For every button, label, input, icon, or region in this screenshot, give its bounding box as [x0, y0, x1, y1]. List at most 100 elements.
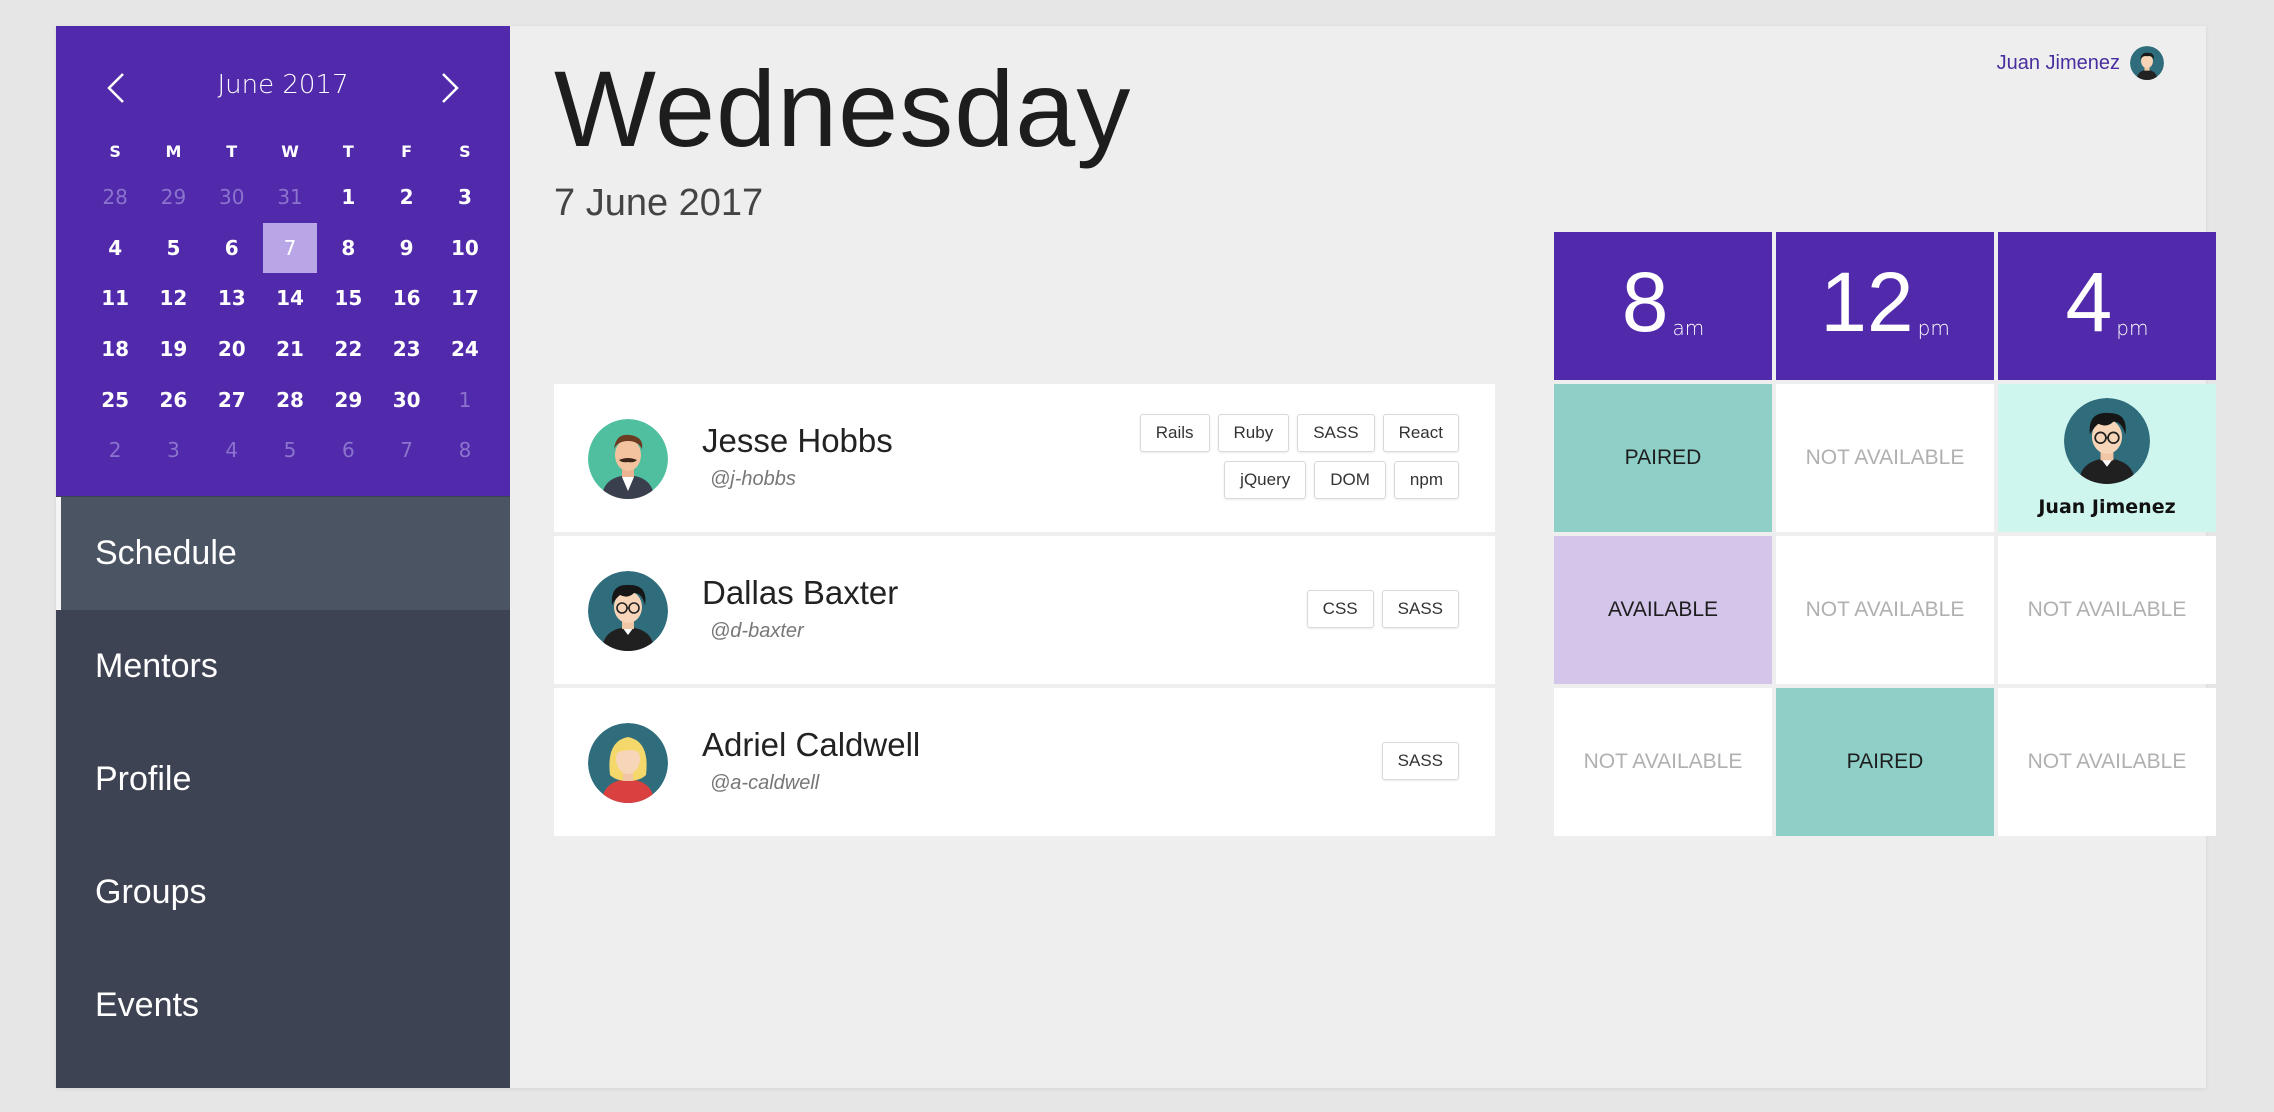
- calendar-day[interactable]: 2: [377, 172, 435, 223]
- calendar-day[interactable]: 27: [203, 374, 261, 425]
- calendar-day[interactable]: 18: [86, 324, 144, 375]
- skill-tag: CSS: [1306, 590, 1374, 628]
- calendar-day[interactable]: 3: [144, 425, 202, 476]
- chevron-right-icon[interactable]: [428, 66, 472, 110]
- slot-cell-not-available: NOT AVAILABLE: [1776, 536, 1994, 684]
- calendar-day[interactable]: 28: [86, 172, 144, 223]
- calendar-day[interactable]: 12: [144, 273, 202, 324]
- calendar-day[interactable]: 5: [144, 223, 202, 274]
- avatar: [2064, 398, 2150, 484]
- calendar-day[interactable]: 24: [436, 324, 494, 375]
- selected-day-label: 7: [263, 222, 318, 273]
- slot-cell-available[interactable]: AVAILABLE: [1554, 536, 1772, 684]
- calendar-day[interactable]: 23: [377, 324, 435, 375]
- time-slot-header: 4 pm: [1998, 232, 2216, 380]
- calendar-day[interactable]: 30: [203, 172, 261, 223]
- skill-tags: CSS SASS: [1119, 590, 1459, 628]
- calendar-day[interactable]: 3: [436, 172, 494, 223]
- skill-tag: DOM: [1314, 461, 1386, 499]
- calendar-day[interactable]: 17: [436, 273, 494, 324]
- calendar-day[interactable]: 28: [261, 374, 319, 425]
- mentor-handle: @j-hobbs: [710, 468, 796, 490]
- avatar: [2130, 46, 2164, 80]
- skill-tag: SASS: [1381, 742, 1459, 780]
- calendar-day[interactable]: 8: [319, 223, 377, 274]
- calendar-day[interactable]: 2: [86, 425, 144, 476]
- calendar-day[interactable]: 1: [436, 374, 494, 425]
- skill-tags: SASS: [1119, 742, 1459, 780]
- calendar-day[interactable]: 16: [377, 273, 435, 324]
- weekday-label: T: [226, 142, 238, 161]
- calendar-day[interactable]: 4: [203, 425, 261, 476]
- calendar-day[interactable]: 19: [144, 324, 202, 375]
- calendar-day[interactable]: 20: [203, 324, 261, 375]
- mentor-name: Adriel Caldwell: [702, 726, 921, 763]
- calendar-day[interactable]: 7: [377, 425, 435, 476]
- weekday-label: M: [165, 142, 182, 161]
- weekday-label: W: [281, 142, 299, 161]
- calendar-day[interactable]: 6: [319, 425, 377, 476]
- skill-tag: jQuery: [1224, 461, 1307, 499]
- calendar-day[interactable]: 4: [86, 223, 144, 274]
- weekday-label: F: [401, 142, 413, 161]
- slot-cell-booked[interactable]: Juan Jimenez: [1998, 384, 2216, 532]
- calendar-day[interactable]: 30: [377, 374, 435, 425]
- time-slot-hour: 4: [2065, 255, 2113, 349]
- main-content: Wednesday 7 June 2017 Juan Jimenez 8 am 1…: [510, 26, 2216, 1088]
- calendar-header: June 2017: [56, 64, 510, 114]
- calendar-day[interactable]: 15: [319, 273, 377, 324]
- calendar-day[interactable]: 9: [377, 223, 435, 274]
- mini-calendar: June 2017 S M T W T F S 28 29 30 31 1 2: [56, 26, 510, 496]
- calendar-day[interactable]: 8: [436, 425, 494, 476]
- slot-cell-paired[interactable]: PAIRED: [1776, 688, 1994, 836]
- calendar-day[interactable]: 13: [203, 273, 261, 324]
- skill-tags: Rails Ruby SASS React jQuery DOM npm: [1119, 414, 1459, 499]
- calendar-day[interactable]: 22: [319, 324, 377, 375]
- calendar-day[interactable]: 25: [86, 374, 144, 425]
- mentor-info[interactable]: Dallas Baxter @d-baxter CSS SASS: [554, 536, 1495, 684]
- mentor-info[interactable]: Jesse Hobbs @j-hobbs Rails Ruby SASS Rea…: [554, 384, 1495, 532]
- calendar-day[interactable]: 6: [203, 223, 261, 274]
- booked-mentee-name: Juan Jimenez: [2038, 496, 2176, 518]
- skill-tag: SASS: [1381, 590, 1459, 628]
- sidebar-item-mentors[interactable]: Mentors: [56, 610, 510, 723]
- skill-tag: React: [1382, 414, 1459, 452]
- calendar-day[interactable]: 29: [144, 172, 202, 223]
- calendar-day[interactable]: 29: [319, 374, 377, 425]
- weekday-label: T: [342, 142, 354, 161]
- avatar: [588, 571, 668, 651]
- sidebar-item-events[interactable]: Events: [56, 949, 510, 1062]
- time-slot-header: 12 pm: [1776, 232, 1994, 380]
- calendar-day[interactable]: 31: [261, 172, 319, 223]
- sidebar-nav: Schedule Mentors Profile Groups Events: [56, 497, 510, 1062]
- page-subtitle-date: 7 June 2017: [554, 182, 764, 224]
- calendar-day[interactable]: 26: [144, 374, 202, 425]
- mentor-row: Jesse Hobbs @j-hobbs Rails Ruby SASS Rea…: [554, 384, 2216, 532]
- mentor-name: Dallas Baxter: [702, 574, 899, 611]
- calendar-day[interactable]: 5: [261, 425, 319, 476]
- mentor-info[interactable]: Adriel Caldwell @a-caldwell SASS: [554, 688, 1495, 836]
- sidebar-item-schedule[interactable]: Schedule: [56, 497, 510, 610]
- mentor-row: Dallas Baxter @d-baxter CSS SASS AVAILAB…: [554, 536, 2216, 684]
- calendar-day-selected[interactable]: 7: [261, 222, 319, 274]
- slot-cell-not-available: NOT AVAILABLE: [1554, 688, 1772, 836]
- user-menu[interactable]: Juan Jimenez: [1997, 46, 2164, 80]
- time-slot-header: 8 am: [1554, 232, 1772, 380]
- time-slot-hour: 12: [1820, 255, 1914, 349]
- calendar-day[interactable]: 14: [261, 273, 319, 324]
- calendar-day[interactable]: 10: [436, 223, 494, 274]
- calendar-day[interactable]: 1: [319, 172, 377, 223]
- sidebar-item-profile[interactable]: Profile: [56, 723, 510, 836]
- avatar: [588, 419, 668, 499]
- time-slot-hour: 8: [1621, 255, 1669, 349]
- calendar-grid: S M T W T F S 28 29 30 31 1 2 3 4 5 6 7: [86, 132, 494, 476]
- calendar-day[interactable]: 21: [261, 324, 319, 375]
- weekday-label: S: [459, 142, 471, 161]
- mentor-name: Jesse Hobbs: [702, 422, 893, 459]
- slot-cell-paired[interactable]: PAIRED: [1554, 384, 1772, 532]
- avatar: [588, 723, 668, 803]
- calendar-day[interactable]: 11: [86, 273, 144, 324]
- sidebar-item-groups[interactable]: Groups: [56, 836, 510, 949]
- time-slot-suffix: pm: [1917, 316, 1950, 340]
- time-slot-suffix: pm: [2116, 316, 2149, 340]
